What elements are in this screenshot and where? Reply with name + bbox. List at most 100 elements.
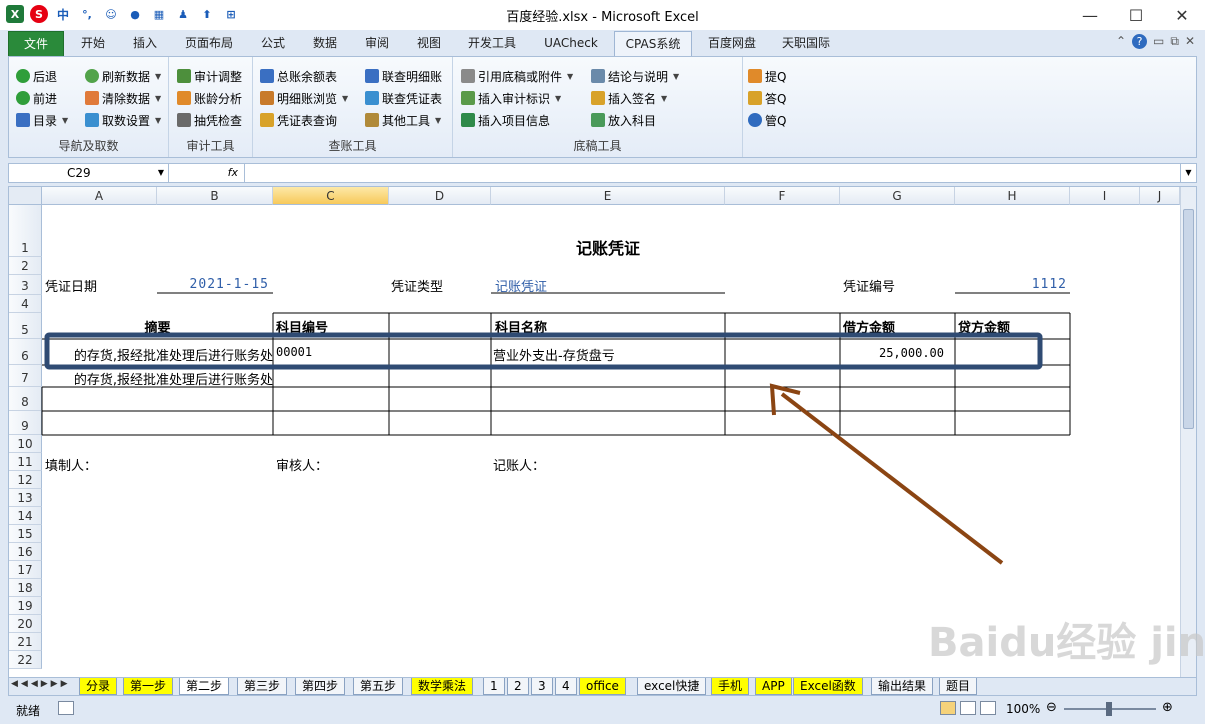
sheet-tab-15[interactable]: APP (755, 678, 792, 695)
link-voucher-button[interactable]: 联查凭证表 (365, 88, 442, 108)
row-header-21[interactable]: 21 (9, 633, 42, 651)
back-button[interactable]: 后退 (16, 66, 57, 86)
column-header-f[interactable]: F (725, 187, 840, 205)
sheet-tab-10[interactable]: 3 (531, 678, 553, 695)
column-header-i[interactable]: I (1070, 187, 1140, 205)
sheet-tab-18[interactable]: 题目 (939, 678, 978, 695)
tab-formulas[interactable]: 公式 (250, 31, 296, 56)
column-header-h[interactable]: H (955, 187, 1070, 205)
sample-check-button[interactable]: 抽凭检查 (177, 110, 242, 130)
row-header-6[interactable]: 6 (9, 339, 42, 365)
gl-balance-button[interactable]: 总账余额表 (260, 66, 337, 86)
tab-file[interactable]: 文件 (8, 31, 64, 56)
sheet-tab-5[interactable]: 第四步 (295, 678, 346, 695)
tab-review[interactable]: 审阅 (354, 31, 400, 56)
sheet-tab-12[interactable]: office (579, 678, 626, 695)
tab-uacheck[interactable]: UACheck (534, 31, 608, 56)
zoom-in-icon[interactable]: ⊕ (1162, 700, 1173, 715)
restore-button[interactable]: ☐ (1113, 0, 1159, 30)
row-header-9[interactable]: 9 (9, 411, 42, 435)
sheet-tab-16[interactable]: Excel函数 (793, 678, 863, 695)
column-header-b[interactable]: B (157, 187, 273, 205)
detail-ledger-button[interactable]: 明细账浏览 ▼ (260, 88, 348, 108)
macro-record-icon[interactable] (58, 701, 74, 715)
select-all-corner[interactable] (9, 187, 42, 205)
row6-summary[interactable]: 的存货,报经批准处理后进行账务处 (42, 345, 273, 364)
sheet-tab-9[interactable]: 2 (507, 678, 529, 695)
vertical-scrollbar[interactable] (1180, 187, 1196, 677)
worksheet-grid[interactable]: A B C D E F G H I J 1 2 3 4 5 6 7 8 9 10… (8, 186, 1197, 678)
row7-summary[interactable]: 的存货,报经批准处理后进行账务处 (42, 369, 273, 388)
vertical-scroll-thumb[interactable] (1183, 209, 1194, 429)
sheet-tab-6[interactable]: 第五步 (353, 678, 404, 695)
audit-adjust-button[interactable]: 审计调整 (177, 66, 242, 86)
clear-data-button[interactable]: 清除数据 ▼ (85, 88, 161, 108)
row-header-13[interactable]: 13 (9, 489, 42, 507)
other-tools-button[interactable]: 其他工具 ▼ (365, 110, 441, 130)
row-header-11[interactable]: 11 (9, 453, 42, 471)
sheet-tab-2[interactable]: 第一步 (123, 678, 174, 695)
fetch-settings-button[interactable]: 取数设置 ▼ (85, 110, 161, 130)
column-header-a[interactable]: A (42, 187, 157, 205)
insert-audit-mark-button[interactable]: 插入审计标识 ▼ (461, 88, 561, 108)
column-header-j[interactable]: J (1140, 187, 1180, 205)
aging-analysis-button[interactable]: 账龄分析 (177, 88, 242, 108)
row-header-20[interactable]: 20 (9, 615, 42, 633)
minimize-button[interactable]: — (1067, 0, 1113, 30)
insert-function-button[interactable]: fx (175, 164, 245, 182)
row6-account-name[interactable]: 营业外支出-存货盘亏 (493, 345, 615, 364)
tab-page-layout[interactable]: 页面布局 (175, 31, 243, 56)
row-header-14[interactable]: 14 (9, 507, 42, 525)
normal-view-icon[interactable] (940, 701, 956, 715)
page-layout-view-icon[interactable] (960, 701, 976, 715)
collapse-ribbon-icon[interactable]: ⌃ (1116, 34, 1126, 49)
close-button[interactable]: ✕ (1159, 0, 1205, 30)
tab-tianzhi[interactable]: 天职国际 (772, 31, 840, 56)
column-header-g[interactable]: G (840, 187, 955, 205)
tab-insert[interactable]: 插入 (122, 31, 168, 56)
put-account-button[interactable]: 放入科目 (591, 110, 656, 130)
row6-account-code[interactable]: 00001 (276, 345, 312, 359)
sheet-tab-13[interactable]: excel快捷 (637, 678, 707, 695)
name-box[interactable]: C29 ▼ (9, 164, 169, 182)
tab-home[interactable]: 开始 (70, 31, 116, 56)
row-header-2[interactable]: 2 (9, 257, 42, 275)
refresh-data-button[interactable]: 刷新数据 ▼ (85, 66, 161, 86)
row-header-7[interactable]: 7 (9, 365, 42, 387)
column-header-c[interactable]: C (273, 187, 389, 205)
sheet-tab-1[interactable]: 分录 (79, 678, 118, 695)
sheet-tab-3[interactable]: 第二步 (179, 678, 230, 695)
sheet-tab-7[interactable]: 数学乘法 (411, 678, 474, 695)
sheet-tab-4[interactable]: 第三步 (237, 678, 288, 695)
reference-draft-button[interactable]: 引用底稿或附件 ▼ (461, 66, 573, 86)
sheet-nav-arrows[interactable]: ◀◀◀▶▶▶ (11, 679, 71, 689)
tab-cpas[interactable]: CPAS系统 (614, 31, 692, 56)
minimize-doc-icon[interactable]: ▭ (1153, 34, 1164, 49)
column-header-e[interactable]: E (491, 187, 725, 205)
row-header-15[interactable]: 15 (9, 525, 42, 543)
row-header-1[interactable]: 1 (9, 205, 42, 257)
tab-developer[interactable]: 开发工具 (458, 31, 526, 56)
answer-q-button[interactable]: 答Q (748, 88, 786, 108)
column-header-d[interactable]: D (389, 187, 491, 205)
insert-project-info-button[interactable]: 插入项目信息 (461, 110, 550, 130)
conclusion-button[interactable]: 结论与说明 ▼ (591, 66, 679, 86)
help-icon[interactable]: ? (1132, 34, 1148, 49)
toc-button[interactable]: 目录 ▼ (16, 110, 68, 130)
row-header-5[interactable]: 5 (9, 313, 42, 339)
row-header-17[interactable]: 17 (9, 561, 42, 579)
zoom-level[interactable]: 100% (1006, 702, 1040, 716)
name-box-dropdown-icon[interactable]: ▼ (158, 164, 164, 182)
zoom-out-icon[interactable]: ⊖ (1046, 700, 1057, 715)
row-header-8[interactable]: 8 (9, 387, 42, 411)
forward-button[interactable]: 前进 (16, 88, 57, 108)
voucher-query-button[interactable]: 凭证表查询 (260, 110, 337, 130)
raise-q-button[interactable]: 提Q (748, 66, 786, 86)
sheet-tab-8[interactable]: 1 (483, 678, 505, 695)
row6-debit[interactable]: 25,000.00 (840, 346, 944, 360)
sheet-tab-11[interactable]: 4 (555, 678, 577, 695)
tab-view[interactable]: 视图 (406, 31, 452, 56)
manage-q-button[interactable]: 管Q (748, 110, 786, 130)
row-header-16[interactable]: 16 (9, 543, 42, 561)
row-header-19[interactable]: 19 (9, 597, 42, 615)
